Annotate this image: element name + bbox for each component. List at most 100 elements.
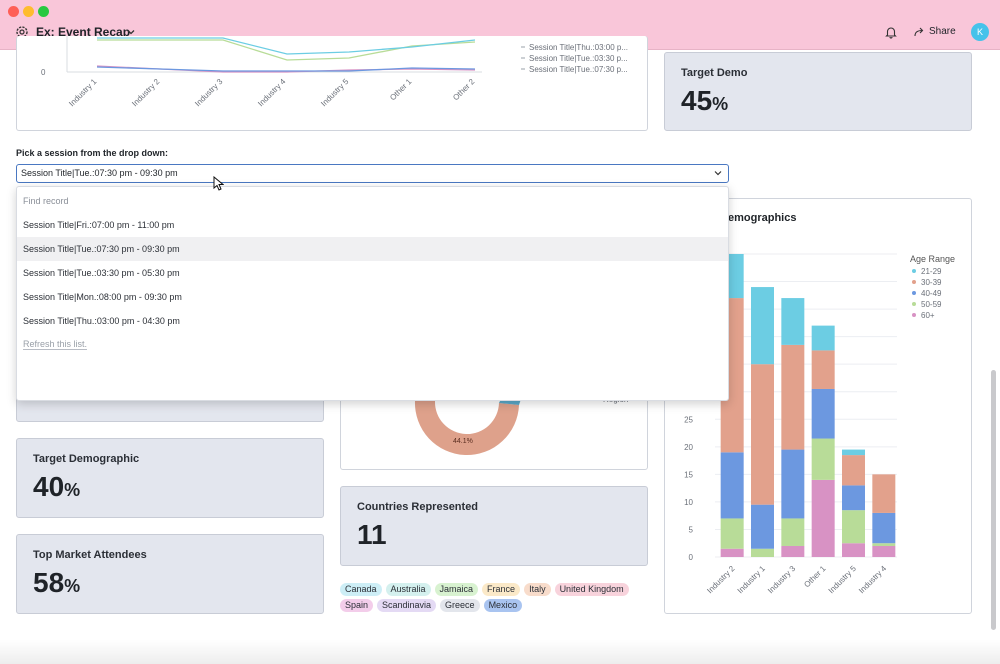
x-tick-label: Other 1	[802, 564, 828, 590]
close-window-button[interactable]	[8, 6, 19, 17]
top-market-number: 58	[33, 567, 65, 598]
series-line-green	[97, 39, 476, 61]
bar-segment-60+	[720, 548, 744, 557]
bar-segment-50-59	[872, 543, 896, 546]
bar-segment-60+	[842, 543, 865, 557]
legend-title: Age Range	[910, 254, 955, 264]
x-tick-label: Industry 5	[319, 77, 351, 109]
chevron-down-icon[interactable]	[714, 169, 722, 177]
target-demo-unit: %	[712, 94, 729, 114]
dropdown-option-selected[interactable]: Session Title|Tue.:07:30 pm - 09:30 pm	[17, 237, 728, 261]
y-tick-label: 10	[684, 498, 693, 507]
dropdown-option[interactable]: Session Title|Thu.:03:00 pm - 04:30 pm	[17, 309, 728, 333]
y-tick-label: 25	[684, 415, 693, 424]
country-tag: Italy	[524, 583, 551, 596]
bar-segment-60+	[811, 479, 835, 557]
y-tick-0: 0	[41, 68, 46, 77]
legend-entry: 50-59	[921, 300, 942, 309]
bar-segment-40-49	[872, 512, 896, 544]
target-demographic-number: 40	[33, 471, 65, 502]
legend-entry: 30-39	[921, 278, 942, 287]
bar-segment-30-39	[842, 455, 865, 486]
target-demo-label: Target Demo	[681, 67, 748, 79]
avatar[interactable]: K	[971, 23, 989, 41]
top-market-unit: %	[64, 576, 81, 596]
legend-entry: Session Title|Thu.:03:00 p...	[529, 43, 628, 52]
bar-segment-40-49	[811, 388, 835, 439]
session-select[interactable]: Session Title|Tue.:07:30 pm - 09:30 pm	[16, 164, 729, 183]
share-label: Share	[929, 26, 956, 37]
dropdown-option[interactable]: Session Title|Tue.:03:30 pm - 05:30 pm	[17, 261, 728, 285]
bar-segment-60+	[872, 545, 896, 557]
bar-segment-50-59	[751, 548, 774, 557]
country-tag: Australia	[385, 583, 431, 596]
zoom-window-button[interactable]	[38, 6, 49, 17]
target-demo-card: Target Demo 45%	[664, 52, 972, 131]
x-tick-label: Industry 5	[827, 564, 859, 596]
legend-entry: Session Title|Tue.:03:30 p...	[529, 54, 628, 63]
dropdown-option[interactable]: Session Title|Mon.:08:00 pm - 09:30 pm	[17, 285, 728, 309]
country-tag: Canada	[340, 583, 382, 596]
countries-value: 11	[357, 519, 387, 550]
y-tick-label: 15	[684, 470, 693, 479]
mouse-cursor-icon	[213, 176, 224, 191]
y-tick-label: 0	[689, 553, 694, 562]
target-demographic-label: Target Demographic	[33, 453, 140, 465]
donut-percent-label: 44.1%	[453, 438, 473, 445]
refresh-list-link[interactable]: Refresh this list.	[23, 339, 88, 350]
bar-segment-30-39	[872, 474, 896, 513]
x-tick-label: Industry 3	[766, 564, 798, 596]
y-tick-label: 5	[689, 525, 694, 534]
dropdown-option[interactable]: Session Title|Fri.:07:00 pm - 11:00 pm	[17, 213, 728, 237]
target-demographic-value: 40%	[33, 471, 80, 503]
find-record-input[interactable]: Find record	[23, 196, 69, 206]
bar-segment-40-49	[751, 504, 774, 549]
legend-swatch	[912, 269, 916, 273]
bar-segment-30-39	[781, 344, 805, 450]
x-tick-label: Industry 3	[193, 77, 225, 109]
x-tick-label: Other 1	[388, 77, 414, 103]
bar-segment-50-59	[720, 518, 744, 549]
bar-segment-60+	[781, 545, 805, 557]
demographics-chart-title: emographics	[728, 212, 797, 224]
bell-icon[interactable]	[884, 25, 898, 39]
country-tag: Mexico	[483, 599, 523, 612]
x-tick-label: Industry 4	[857, 564, 889, 596]
countries-card: Countries Represented 11	[340, 486, 648, 566]
bar-segment-21-29	[811, 325, 835, 351]
legend-swatch	[912, 280, 916, 284]
share-icon	[914, 27, 924, 36]
top-market-label: Top Market Attendees	[33, 549, 147, 561]
session-select-value: Session Title|Tue.:07:30 pm - 09:30 pm	[21, 168, 178, 178]
legend-entry: 21-29	[921, 267, 942, 276]
minimize-window-button[interactable]	[23, 6, 34, 17]
share-button[interactable]: Share	[914, 26, 956, 37]
bar-segment-21-29	[842, 449, 865, 456]
country-tag: Spain	[340, 599, 374, 612]
legend-entry: 40-49	[921, 289, 942, 298]
target-demographic-card: Target Demographic 40%	[16, 438, 324, 518]
bar-segment-30-39	[751, 364, 774, 505]
bar-segment-40-49	[842, 485, 865, 511]
legend-swatch	[912, 302, 916, 306]
target-demographic-unit: %	[64, 480, 81, 500]
scrollbar[interactable]	[991, 370, 996, 630]
sessions-line-chart: 0 0 Industry 1Industry 2Industry 3Indust…	[41, 36, 628, 109]
bar-segment-21-29	[751, 287, 774, 365]
donut-slice-main	[414, 401, 519, 456]
legend-swatch	[912, 313, 916, 317]
y-tick-label: 20	[684, 443, 693, 452]
top-market-value: 58%	[33, 567, 80, 599]
x-tick-label: Industry 4	[256, 77, 288, 109]
window-bottom-edge	[0, 640, 1000, 664]
legend-swatch	[912, 291, 916, 295]
x-tick-label: Industry 1	[736, 564, 768, 596]
x-tick-label: Other 2	[451, 77, 477, 103]
bar-segment-50-59	[781, 518, 805, 546]
target-demo-number: 45	[681, 85, 713, 116]
x-tick-label: Industry 2	[705, 564, 737, 596]
country-tag: United Kingdom	[554, 583, 629, 596]
countries-label: Countries Represented	[357, 501, 479, 513]
sessions-line-chart-card: 0 0 Industry 1Industry 2Industry 3Indust…	[16, 36, 648, 131]
session-picker-label: Pick a session from the drop down:	[16, 148, 169, 158]
